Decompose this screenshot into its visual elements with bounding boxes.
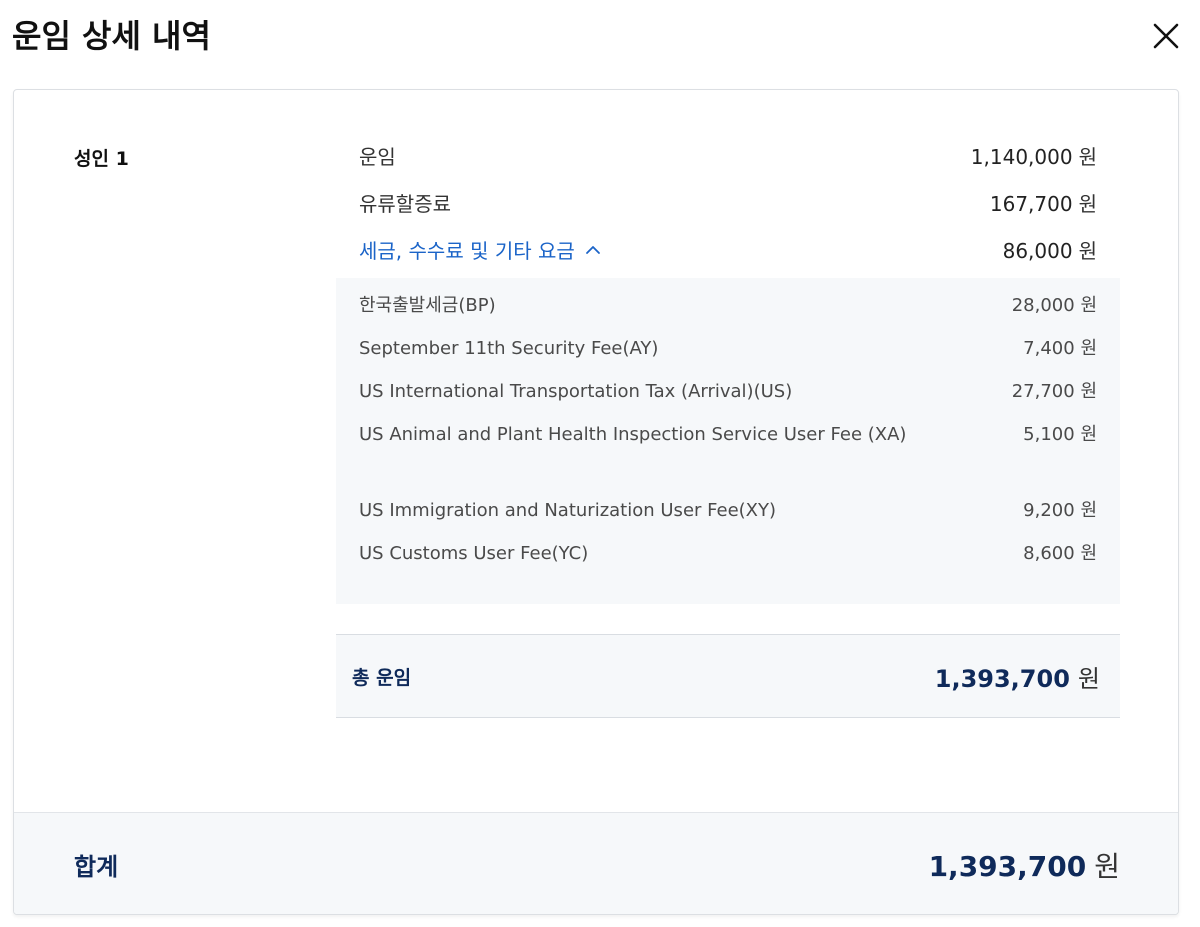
fare-amount-value: 1,140,000	[970, 144, 1073, 169]
grand-total-amount-value: 1,393,700	[928, 849, 1087, 883]
tax-item-amount-value: 8,600	[1023, 543, 1075, 564]
close-button[interactable]	[1146, 16, 1186, 56]
fare-amount-value: 86,000	[1002, 238, 1073, 263]
taxes-toggle[interactable]: 세금, 수수료 및 기타 요금	[359, 235, 601, 264]
fare-row-taxes: 세금, 수수료 및 기타 요금 86,000 원	[359, 234, 1097, 264]
total-fare-label: 총 운임	[352, 666, 412, 689]
tax-item-name: US Immigration and Naturization User Fee…	[359, 500, 777, 521]
currency-unit: 원	[1080, 381, 1097, 402]
fare-amount: 1,140,000 원	[971, 141, 1097, 170]
tax-item: US Animal and Plant Health Inspection Se…	[359, 419, 1097, 451]
tax-item-amount: 9,200 원	[1023, 495, 1097, 527]
currency-unit: 원	[1080, 424, 1097, 445]
grand-total-amount: 1,393,700 원	[929, 845, 1120, 885]
tax-item: US International Transportation Tax (Arr…	[359, 376, 1097, 408]
tax-item-amount-value: 27,700	[1011, 381, 1075, 402]
fare-row-base: 운임 1,140,000 원	[359, 140, 1097, 170]
page-title: 운임 상세 내역	[12, 17, 211, 55]
tax-item: 한국출발세금(BP) 28,000 원	[359, 290, 1097, 322]
tax-item-name: US Customs User Fee(YC)	[359, 543, 589, 564]
tax-item-amount: 28,000 원	[1012, 290, 1097, 322]
grand-total-row: 합계 1,393,700 원	[14, 812, 1178, 914]
tax-item: US Immigration and Naturization User Fee…	[359, 495, 1097, 527]
currency-unit: 원	[1094, 849, 1120, 883]
currency-unit: 원	[1077, 664, 1100, 693]
tax-item-name: US Animal and Plant Health Inspection Se…	[359, 424, 907, 445]
fare-amount-value: 167,700	[989, 191, 1073, 216]
total-fare-amount: 1,393,700 원	[935, 659, 1100, 694]
fare-label: 유류할증료	[359, 191, 451, 216]
total-fare-amount-value: 1,393,700	[934, 664, 1070, 693]
currency-unit: 원	[1080, 295, 1097, 316]
fare-amount: 167,700 원	[990, 188, 1097, 217]
currency-unit: 원	[1078, 238, 1097, 263]
fare-amount: 86,000 원	[1003, 235, 1097, 264]
currency-unit: 원	[1080, 338, 1097, 359]
currency-unit: 원	[1080, 500, 1097, 521]
tax-item: US Customs User Fee(YC) 8,600 원	[359, 538, 1097, 570]
grand-total-label: 합계	[74, 853, 119, 881]
tax-item-amount: 5,100 원	[1023, 419, 1097, 451]
currency-unit: 원	[1078, 144, 1097, 169]
tax-item-name: US International Transportation Tax (Arr…	[359, 381, 793, 402]
tax-item-amount-value: 5,100	[1023, 424, 1075, 445]
tax-breakdown-panel: 한국출발세금(BP) 28,000 원 September 11th Secur…	[336, 278, 1120, 604]
fare-row-fuel: 유류할증료 167,700 원	[359, 187, 1097, 217]
close-icon	[1153, 23, 1179, 49]
tax-item-amount-value: 9,200	[1023, 500, 1075, 521]
passenger-label: 성인 1	[74, 148, 129, 170]
chevron-up-icon	[585, 237, 601, 261]
tax-item-amount: 27,700 원	[1012, 376, 1097, 408]
currency-unit: 원	[1078, 191, 1097, 216]
tax-item-name: September 11th Security Fee(AY)	[359, 338, 659, 359]
tax-item-name: 한국출발세금(BP)	[359, 295, 496, 316]
tax-item: September 11th Security Fee(AY) 7,400 원	[359, 333, 1097, 365]
tax-item-amount: 7,400 원	[1023, 333, 1097, 365]
tax-item-amount-value: 7,400	[1023, 338, 1075, 359]
fare-label: 운임	[359, 144, 396, 169]
tax-item-amount-value: 28,000	[1011, 295, 1075, 316]
currency-unit: 원	[1080, 543, 1097, 564]
tax-item-amount: 8,600 원	[1023, 538, 1097, 570]
fare-detail-dialog: 운임 상세 내역 성인 1 운임 1,140,000 원 유류할증료 167,70…	[0, 0, 1200, 927]
taxes-toggle-label: 세금, 수수료 및 기타 요금	[359, 238, 575, 263]
total-fare-row: 총 운임 1,393,700 원	[336, 634, 1120, 718]
fare-card: 성인 1 운임 1,140,000 원 유류할증료 167,700 원 세금, 수수…	[13, 89, 1179, 915]
